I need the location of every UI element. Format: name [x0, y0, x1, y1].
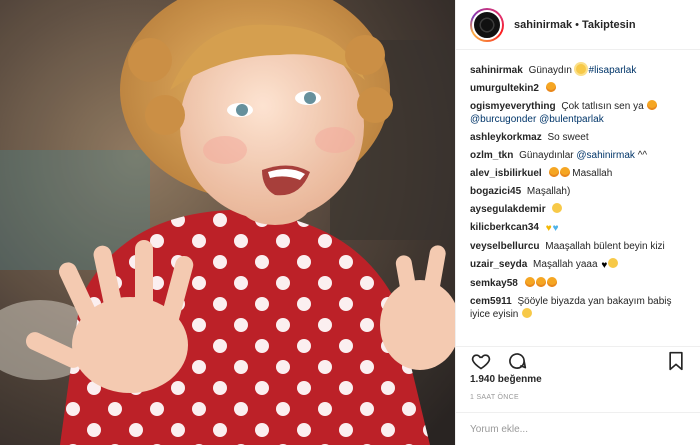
comment-item: veyselbellurcu Maaşallah bülent beyin ki… — [470, 240, 686, 253]
photo-illustration — [0, 0, 455, 445]
comment-username[interactable]: ogismyeverything — [470, 101, 556, 112]
post-timestamp[interactable]: 1 SAAT ÖNCE — [470, 394, 519, 401]
smile-emoji-icon — [608, 258, 619, 268]
comment-username[interactable]: kilicberkcan34 — [470, 222, 539, 233]
comment-item: ozlm_tkn Günaydınlar @sahinirmak ^^ — [470, 149, 686, 162]
heart-eyes-emoji-icon — [647, 100, 658, 110]
comment-text: Maşallah yaaa — [533, 259, 598, 270]
post-actions — [456, 346, 700, 374]
hashtag-link[interactable]: #lisaparlak — [589, 65, 637, 76]
comment-text: Çok tatlısın sen ya — [561, 101, 644, 112]
comment-username[interactable]: veyselbellurcu — [470, 241, 539, 252]
avatar[interactable] — [470, 7, 504, 42]
comment-item: semkay58 — [470, 277, 686, 290]
comment-username[interactable]: alev_isbilirkuel — [470, 168, 542, 179]
comment-username[interactable]: sahinirmak — [470, 65, 523, 76]
blue-heart-icon: ♥ — [552, 223, 559, 234]
comment-item: kilicberkcan34 ♥♥ — [470, 221, 686, 235]
likes-count[interactable]: 1.940 beğenme — [470, 374, 542, 385]
comment-suffix: ^^ — [637, 150, 648, 161]
comment-bubble-icon[interactable] — [506, 350, 528, 372]
heart-eyes-emoji-icon — [524, 277, 535, 287]
header-username[interactable]: sahinirmak — [514, 19, 572, 31]
comment-text: Maşallah) — [526, 186, 571, 197]
comment-username[interactable]: bogazici45 — [470, 186, 521, 197]
add-comment-bar — [456, 412, 700, 445]
heart-eyes-emoji-icon — [546, 277, 557, 287]
comment-input[interactable] — [470, 423, 687, 435]
post-photo[interactable] — [0, 0, 455, 445]
comment-item: ashleykorkmaz So sweet — [470, 131, 686, 144]
smile-emoji-icon — [522, 308, 533, 318]
comment-username[interactable]: cem5911 — [470, 296, 512, 307]
smile-emoji-icon — [552, 203, 563, 213]
avatar-image — [472, 9, 502, 40]
comment-username[interactable]: semkay58 — [470, 278, 518, 289]
heart-outline-icon[interactable] — [470, 350, 492, 372]
comment-text: So sweet — [547, 132, 589, 143]
comment-text: Şööyle biyazda yan bakayım babiş — [517, 296, 672, 307]
comment-item: ogismyeverything Çok tatlısın sen ya @bu… — [470, 100, 686, 126]
comment-text: Günaydınlar — [519, 150, 574, 161]
comment-item: alev_isbilirkuel Masallah — [470, 167, 686, 180]
heart-eyes-emoji-icon — [535, 277, 546, 287]
comment-text-line2: iyice eyisin — [470, 309, 519, 320]
comment-username[interactable]: umurgultekin2 — [470, 83, 539, 94]
comment-item: uzair_seyda Maşallah yaaa ♥ — [470, 258, 686, 272]
post-side-panel: sahinirmak • Takiptesin sahinirmak Günay… — [455, 0, 700, 445]
follow-status[interactable]: Takiptesin — [582, 19, 636, 31]
heart-eyes-emoji-icon — [545, 82, 556, 92]
sun-emoji-icon — [575, 64, 586, 74]
yellow-heart-icon: ♥ — [545, 223, 552, 234]
black-heart-icon: ♥ — [601, 260, 608, 271]
mention-link[interactable]: @sahinirmak — [576, 150, 635, 161]
header-separator: • — [575, 18, 579, 31]
comments-list: sahinirmak Günaydın #lisaparlak umurgult… — [456, 50, 700, 345]
comment-username[interactable]: aysegulakdemir — [470, 204, 546, 215]
heart-eyes-emoji-icon — [559, 167, 570, 177]
comment-item: umurgultekin2 — [470, 82, 686, 95]
comment-item: aysegulakdemir — [470, 203, 686, 216]
heart-eyes-emoji-icon — [548, 167, 559, 177]
comment-text: Günaydın — [528, 65, 572, 76]
comment-text: Masallah — [572, 168, 613, 179]
comment-item: bogazici45 Maşallah) — [470, 185, 686, 198]
mention-link[interactable]: @burcugonder @bulentparlak — [470, 114, 604, 125]
comment-item: cem5911 Şööyle biyazda yan bakayım babiş… — [470, 295, 686, 321]
post-header: sahinirmak • Takiptesin — [456, 0, 700, 50]
comment-username[interactable]: ashleykorkmaz — [470, 132, 542, 143]
comment-item: sahinirmak Günaydın #lisaparlak — [470, 64, 686, 77]
comment-text: Maaşallah bülent beyin kizi — [545, 241, 665, 252]
bookmark-icon[interactable] — [665, 350, 687, 372]
comment-username[interactable]: ozlm_tkn — [470, 150, 513, 161]
comment-username[interactable]: uzair_seyda — [470, 259, 527, 270]
